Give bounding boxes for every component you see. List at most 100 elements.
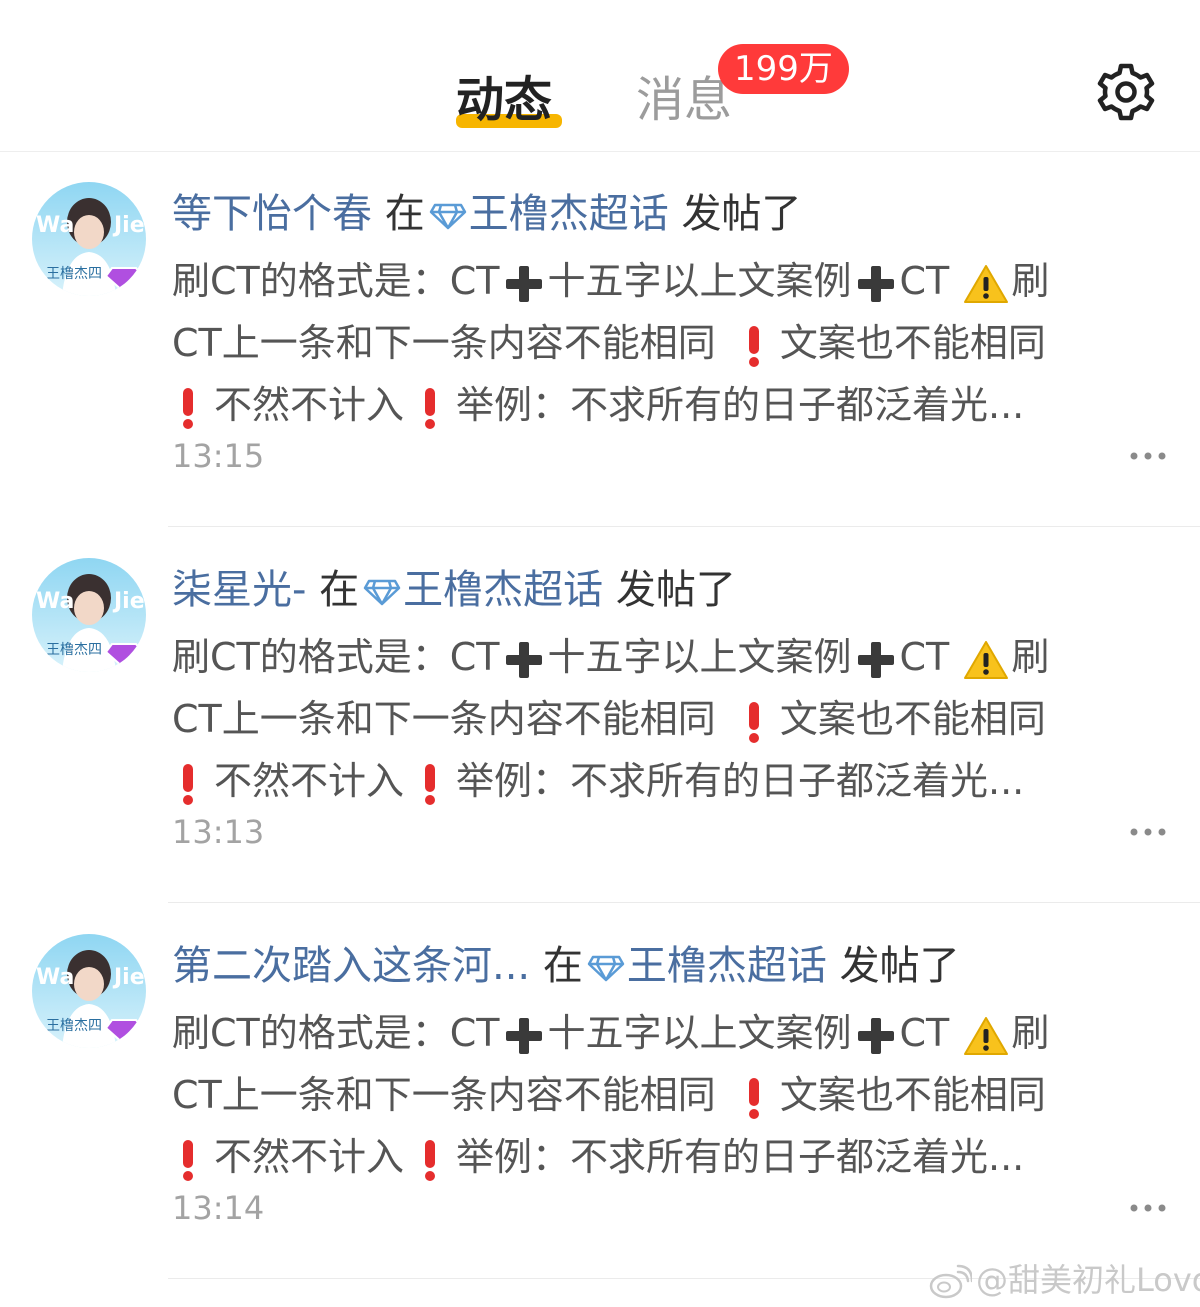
connector-text: 在 [542, 943, 583, 989]
divider [168, 526, 1200, 527]
plus-icon [505, 265, 542, 302]
post-text: CT上一条和下一条内容不能相同 [172, 321, 728, 365]
message-count-badge: 199万 [718, 44, 849, 94]
post-text: 文案也不能相同 [779, 697, 1046, 741]
svg-text:Wa: Wa [36, 589, 74, 614]
post-text: CT上一条和下一条内容不能相同 [172, 1073, 728, 1117]
tab-messages[interactable]: 消息 [636, 70, 732, 130]
feed-item[interactable]: Wa Jie 王橹杰四 柒星光- 在王橹杰超话 发帖了 刷CT的格式是：CT 十五… [0, 528, 1200, 904]
post-text: 十五字以上文案例 [547, 635, 852, 679]
super-topic-link[interactable]: 王橹杰超话 [403, 567, 603, 613]
plus-icon [857, 265, 894, 302]
feed-item[interactable]: Wa Jie 王橹杰四 等下怡个春 在王橹杰超话 发帖了 刷CT的格式是：CT 十… [0, 152, 1200, 528]
diamond-icon [587, 955, 625, 982]
post-text: 不然不计入 [214, 1135, 405, 1179]
plus-icon [505, 641, 542, 678]
gear-icon [1097, 63, 1155, 121]
plus-icon [505, 1017, 542, 1054]
exclamation-icon [183, 387, 193, 429]
warning-icon [964, 264, 1009, 303]
watermark: @甜美初礼Lovo [928, 1258, 1200, 1302]
action-text: 发帖了 [839, 943, 960, 989]
exclamation-icon [425, 763, 436, 805]
post-text: 刷 [1011, 259, 1050, 303]
svg-text:王橹杰四: 王橹杰四 [46, 1018, 102, 1034]
exclamation-icon [748, 701, 759, 743]
avatar-image: Wa Jie 王橹杰四 [32, 182, 146, 296]
avatar[interactable]: Wa Jie 王橹杰四 [32, 558, 146, 672]
action-text: 发帖了 [681, 191, 802, 237]
more-options-icon[interactable] [1128, 448, 1168, 464]
username-link[interactable]: 等下怡个春 [172, 191, 372, 237]
svg-text:Jie: Jie [112, 589, 145, 614]
more-options-icon[interactable] [1128, 824, 1168, 840]
avatar[interactable]: Wa Jie 王橹杰四 [32, 934, 146, 1048]
feed-item[interactable]: Wa Jie 王橹杰四 第二次踏入这条河... 在王橹杰超话 发帖了 刷CT的格… [0, 904, 1200, 1280]
post-text: 十五字以上文案例 [547, 259, 852, 303]
svg-text:王橹杰四: 王橹杰四 [46, 266, 102, 282]
post-text: CT [899, 1011, 962, 1055]
post-title-line: 柒星光- 在王橹杰超话 发帖了 [172, 564, 736, 616]
divider [168, 902, 1200, 903]
username-link[interactable]: 第二次踏入这条河... [172, 943, 530, 989]
post-timestamp: 13:13 [172, 813, 265, 851]
connector-text: 在 [319, 567, 360, 613]
avatar-image: Wa Jie 王橹杰四 [32, 934, 146, 1048]
post-text: CT [899, 259, 962, 303]
settings-button[interactable] [1096, 62, 1156, 122]
post-timestamp: 13:14 [172, 1189, 265, 1227]
plus-icon [857, 1017, 894, 1054]
post-body[interactable]: 刷CT的格式是：CT 十五字以上文案例 CT 刷 CT上一条和下一条内容不能相同 文… [172, 1002, 1102, 1188]
tab-messages-label: 消息 [636, 72, 733, 128]
super-topic-link[interactable]: 王橹杰超话 [469, 191, 669, 237]
plus-icon [857, 641, 894, 678]
post-text: 刷CT的格式是：CT [172, 1011, 500, 1055]
post-body[interactable]: 刷CT的格式是：CT 十五字以上文案例 CT 刷 CT上一条和下一条内容不能相同 文… [172, 626, 1102, 812]
post-text: 刷CT的格式是：CT [172, 259, 500, 303]
action-text: 发帖了 [615, 567, 736, 613]
exclamation-icon [183, 763, 193, 805]
svg-text:Jie: Jie [112, 965, 145, 990]
exclamation-icon [425, 1139, 436, 1181]
post-text: 刷 [1011, 1011, 1050, 1055]
svg-text:Wa: Wa [36, 213, 74, 238]
diamond-icon [363, 579, 401, 606]
tab-dynamics-label: 动态 [456, 72, 553, 128]
post-text: CT [899, 635, 962, 679]
more-options-icon[interactable] [1128, 1200, 1168, 1216]
post-text: 刷CT的格式是：CT [172, 635, 500, 679]
exclamation-icon [748, 325, 759, 367]
watermark-text: @甜美初礼Lovo [976, 1261, 1200, 1299]
post-text: 举例：不求所有的日子都泛着光... [456, 1135, 1025, 1179]
post-text: 举例：不求所有的日子都泛着光... [456, 759, 1025, 803]
post-text: 不然不计入 [214, 383, 405, 427]
exclamation-icon [425, 387, 436, 429]
post-text: 举例：不求所有的日子都泛着光... [456, 383, 1025, 427]
exclamation-icon [183, 1139, 193, 1181]
post-title-line: 第二次踏入这条河... 在王橹杰超话 发帖了 [172, 940, 960, 992]
warning-icon [964, 1016, 1009, 1055]
avatar[interactable]: Wa Jie 王橹杰四 [32, 182, 146, 296]
avatar-image: Wa Jie 王橹杰四 [32, 558, 146, 672]
warning-icon [964, 640, 1009, 679]
post-title-line: 等下怡个春 在王橹杰超话 发帖了 [172, 188, 801, 240]
post-timestamp: 13:15 [172, 437, 265, 475]
svg-text:Wa: Wa [36, 965, 74, 990]
connector-text: 在 [384, 191, 425, 237]
exclamation-icon [748, 1077, 759, 1119]
weibo-logo-icon [929, 1264, 972, 1299]
post-text: 十五字以上文案例 [547, 1011, 852, 1055]
post-text: 文案也不能相同 [779, 321, 1046, 365]
top-nav-bar: 动态 消息 199万 [0, 0, 1200, 152]
username-link[interactable]: 柒星光- [172, 567, 306, 613]
tab-dynamics[interactable]: 动态 [456, 70, 562, 130]
svg-text:Jie: Jie [112, 213, 145, 238]
post-body[interactable]: 刷CT的格式是：CT 十五字以上文案例 CT 刷 CT上一条和下一条内容不能相同 文… [172, 250, 1102, 436]
post-text: 刷 [1011, 635, 1050, 679]
svg-text:王橹杰四: 王橹杰四 [46, 642, 102, 658]
post-text: 文案也不能相同 [779, 1073, 1046, 1117]
super-topic-link[interactable]: 王橹杰超话 [627, 943, 827, 989]
post-text: 不然不计入 [214, 759, 405, 803]
post-text: CT上一条和下一条内容不能相同 [172, 697, 728, 741]
diamond-icon [429, 203, 466, 230]
